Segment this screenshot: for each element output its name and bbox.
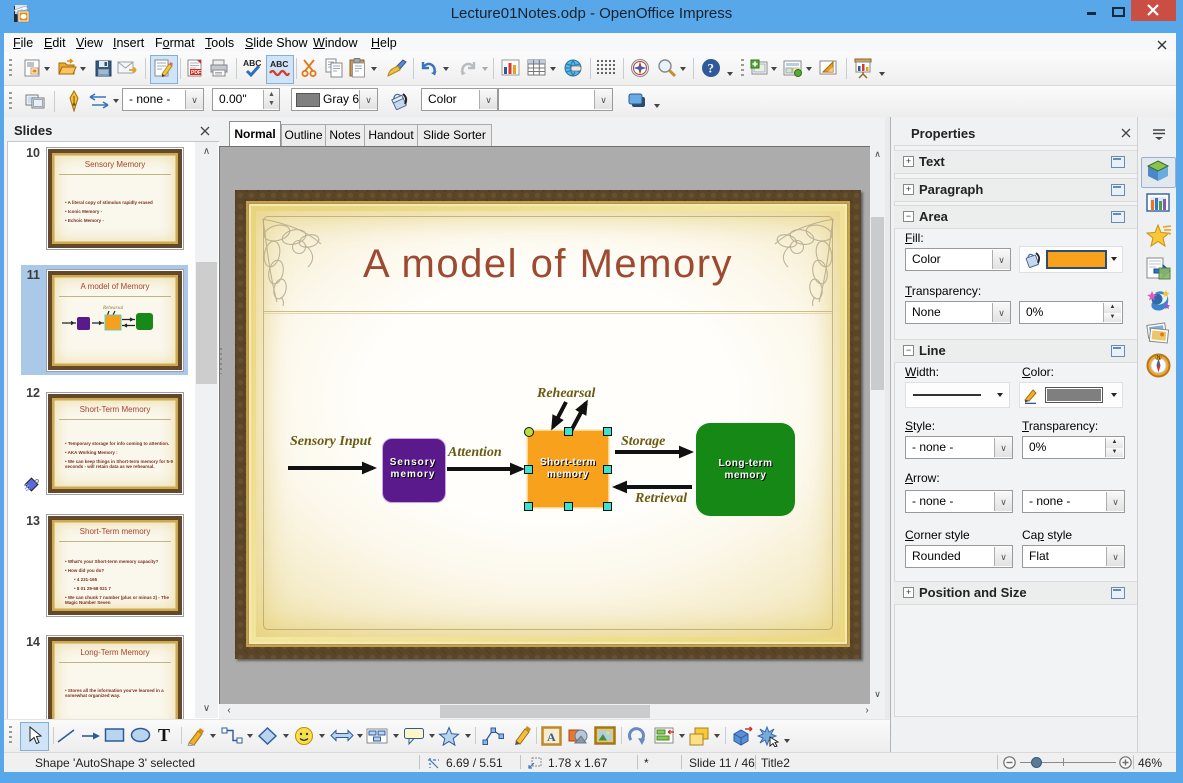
svg-text:?: ? bbox=[708, 61, 715, 76]
svg-text:PDF: PDF bbox=[191, 70, 201, 76]
svg-text:Rehearsal: Rehearsal bbox=[102, 306, 124, 311]
svg-text:A: A bbox=[547, 730, 556, 744]
svg-text:N: N bbox=[1157, 355, 1161, 361]
svg-text:ABC: ABC bbox=[270, 59, 288, 69]
